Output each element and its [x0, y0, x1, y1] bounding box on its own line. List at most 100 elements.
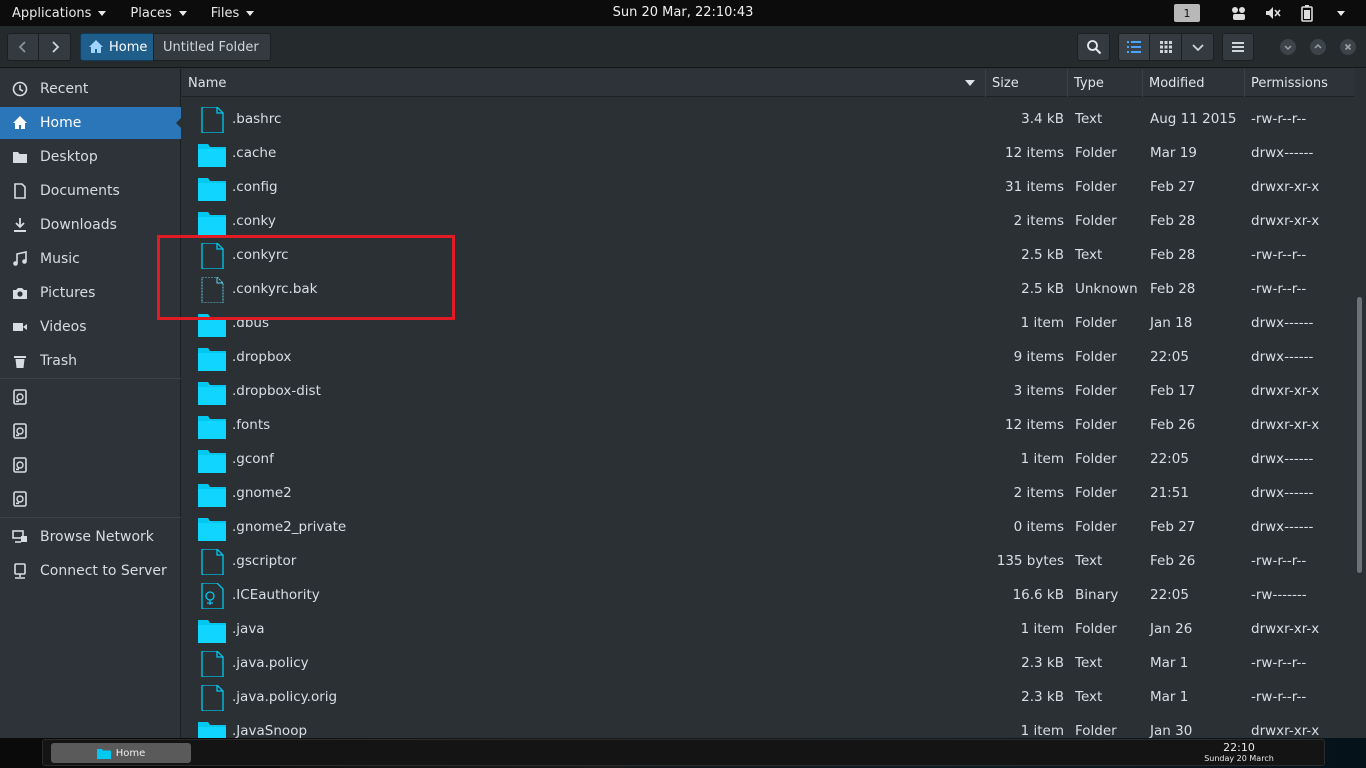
taskbar-item-home[interactable]: Home: [51, 743, 191, 763]
places-menu[interactable]: Places: [118, 0, 198, 26]
file-row[interactable]: .JavaSnoop 1 item Folder Jan 30 drwxr-xr…: [182, 714, 1354, 738]
file-name: .java.policy: [232, 655, 309, 671]
breadcrumb-home-label: Home: [109, 39, 148, 55]
file-row[interactable]: .conky 2 items Folder Feb 28 drwxr-xr-x: [182, 204, 1354, 238]
sidebar-item-drive[interactable]: [0, 381, 181, 413]
file-permissions: drwx------: [1251, 519, 1314, 535]
file-row[interactable]: .java.policy.orig 2.3 kB Text Mar 1 -rw-…: [182, 680, 1354, 714]
files-menu[interactable]: Files: [199, 0, 267, 26]
file-name: .conkyrc.bak: [232, 281, 318, 297]
file-row[interactable]: .config 31 items Folder Feb 27 drwxr-xr-…: [182, 170, 1354, 204]
file-permissions: drwx------: [1251, 349, 1314, 365]
file-row[interactable]: .dropbox 9 items Folder 22:05 drwx------: [182, 340, 1354, 374]
file-name: .fonts: [232, 417, 271, 433]
sidebar-item-drive[interactable]: [0, 483, 181, 515]
file-type: Folder: [1075, 451, 1117, 467]
sidebar-item-music[interactable]: Music: [0, 243, 181, 275]
list-view-button[interactable]: [1118, 33, 1150, 61]
file-size: 1 item: [1020, 315, 1064, 331]
minimize-button[interactable]: [1280, 39, 1296, 55]
sidebar-item-documents[interactable]: Documents: [0, 175, 181, 207]
sidebar-item-browse-network[interactable]: Browse Network: [0, 521, 181, 553]
file-permissions: drwxr-xr-x: [1251, 621, 1320, 637]
sidebar-item-label: Pictures: [40, 285, 96, 301]
column-header-modified[interactable]: Modified: [1143, 69, 1245, 97]
file-modified: 22:05: [1150, 451, 1189, 467]
file-modified: Feb 26: [1150, 553, 1196, 569]
vertical-scrollbar[interactable]: [1357, 297, 1362, 573]
close-button[interactable]: [1340, 39, 1356, 55]
breadcrumb-untitled-folder[interactable]: Untitled Folder: [153, 33, 271, 61]
file-row[interactable]: .conkyrc 2.5 kB Text Feb 28 -rw-r--r--: [182, 238, 1354, 272]
file-row[interactable]: .fonts 12 items Folder Feb 26 drwxr-xr-x: [182, 408, 1354, 442]
system-menu-caret-icon[interactable]: [1324, 0, 1358, 26]
sidebar-item-trash[interactable]: Trash: [0, 345, 181, 377]
workspace-indicator[interactable]: 1: [1174, 4, 1200, 22]
sidebar-item-videos[interactable]: Videos: [0, 311, 181, 343]
file-size: 1 item: [1020, 723, 1064, 738]
file-row[interactable]: .java.policy 2.3 kB Text Mar 1 -rw-r--r-…: [182, 646, 1354, 680]
column-header-bar: Name Size Type Modified Permissions: [182, 69, 1354, 97]
forward-button[interactable]: [38, 33, 71, 61]
volume-icon[interactable]: [1256, 0, 1290, 26]
file-size: 1 item: [1020, 621, 1064, 637]
sidebar-item-pictures[interactable]: Pictures: [0, 277, 181, 309]
file-size: 1 item: [1020, 451, 1064, 467]
file-permissions: drwx------: [1251, 451, 1314, 467]
file-row[interactable]: .bashrc 3.4 kB Text Aug 11 2015 -rw-r--r…: [182, 102, 1354, 136]
file-type: Text: [1075, 247, 1103, 263]
sidebar-item-connect-to-server[interactable]: Connect to Server: [0, 555, 181, 587]
folder-icon: [198, 719, 226, 738]
back-button[interactable]: [7, 33, 39, 61]
folder-icon: [198, 345, 226, 371]
file-row[interactable]: .gnome2 2 items Folder 21:51 drwx------: [182, 476, 1354, 510]
file-row[interactable]: .dbus 1 item Folder Jan 18 drwx------: [182, 306, 1354, 340]
file-row[interactable]: .dropbox-dist 3 items Folder Feb 17 drwx…: [182, 374, 1354, 408]
network-icon: [12, 529, 28, 545]
sidebar-item-recent[interactable]: Recent: [0, 73, 181, 105]
column-header-permissions[interactable]: Permissions: [1245, 69, 1354, 97]
app-menu-button[interactable]: [1222, 33, 1254, 61]
file-modified: Feb 28: [1150, 213, 1196, 229]
file-size: 2 items: [1013, 213, 1064, 229]
column-header-size[interactable]: Size: [986, 69, 1068, 97]
panel-clock[interactable]: Sun 20 Mar, 22:10:43: [613, 5, 754, 20]
file-modified: Jan 30: [1150, 723, 1193, 738]
column-modified-label: Modified: [1149, 75, 1205, 91]
file-name: .java.policy.orig: [232, 689, 338, 705]
sidebar-item-home[interactable]: Home: [0, 107, 182, 139]
search-icon: [1086, 40, 1101, 55]
grid-view-button[interactable]: [1149, 33, 1182, 61]
sidebar-item-drive[interactable]: [0, 449, 181, 481]
view-options-button[interactable]: [1181, 33, 1214, 61]
file-row[interactable]: .gscriptor 135 bytes Text Feb 26 -rw-r--…: [182, 544, 1354, 578]
file-modified: 21:51: [1150, 485, 1189, 501]
file-type: Folder: [1075, 213, 1117, 229]
file-type: Folder: [1075, 179, 1117, 195]
file-row[interactable]: .java 1 item Folder Jan 26 drwxr-xr-x: [182, 612, 1354, 646]
sidebar-item-label: Recent: [40, 81, 89, 97]
search-button[interactable]: [1077, 33, 1110, 61]
sidebar-item-drive[interactable]: [0, 415, 181, 447]
column-header-name[interactable]: Name: [182, 69, 986, 97]
file-permissions: -rw-r--r--: [1251, 689, 1307, 705]
applications-menu[interactable]: Applications: [0, 0, 118, 26]
file-row[interactable]: .gconf 1 item Folder 22:05 drwx------: [182, 442, 1354, 476]
column-size-label: Size: [992, 75, 1019, 91]
sidebar-item-downloads[interactable]: Downloads: [0, 209, 181, 241]
file-type: Folder: [1075, 519, 1117, 535]
taskbar-clock[interactable]: 22:10 Sunday 20 March: [1199, 742, 1279, 764]
file-row[interactable]: .ICEauthority 16.6 kB Binary 22:05 -rw--…: [182, 578, 1354, 612]
maximize-button[interactable]: [1310, 39, 1326, 55]
sidebar-item-desktop[interactable]: Desktop: [0, 141, 181, 173]
battery-icon[interactable]: [1290, 0, 1324, 26]
file-icon: [198, 650, 226, 678]
sidebar-item-label: Desktop: [40, 149, 98, 165]
column-header-type[interactable]: Type: [1068, 69, 1143, 97]
file-row[interactable]: .cache 12 items Folder Mar 19 drwx------: [182, 136, 1354, 170]
network-icon[interactable]: [1222, 0, 1256, 26]
file-row[interactable]: .gnome2_private 0 items Folder Feb 27 dr…: [182, 510, 1354, 544]
file-size: 2 items: [1013, 485, 1064, 501]
breadcrumb-home[interactable]: Home: [80, 33, 154, 61]
file-row[interactable]: .conkyrc.bak 2.5 kB Unknown Feb 28 -rw-r…: [182, 272, 1354, 306]
